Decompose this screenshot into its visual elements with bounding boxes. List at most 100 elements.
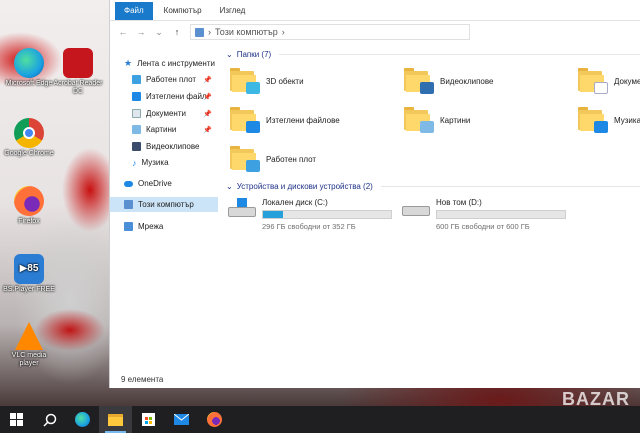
search-icon xyxy=(42,413,56,427)
folder-icon xyxy=(230,107,260,133)
tab-view[interactable]: Изглед xyxy=(211,2,255,20)
firefox-icon xyxy=(207,412,222,427)
back-button[interactable]: ← xyxy=(118,27,128,37)
folder-icon xyxy=(578,107,608,133)
drives-group-header[interactable]: ⌄ Устройства и дискови устройства (2) xyxy=(226,182,640,191)
folders-group-header[interactable]: ⌄ Папки (7) xyxy=(226,50,640,59)
address-chevron: › xyxy=(281,27,285,37)
sidebar-item-quick-access[interactable]: ★ Лента с инструменти xyxy=(110,56,218,71)
hard-drive-icon xyxy=(402,198,430,220)
chevron-down-icon: ⌄ xyxy=(226,182,233,191)
folder-label: Документи xyxy=(614,76,640,86)
edge-icon xyxy=(14,48,44,78)
sidebar-item-desktop[interactable]: Работен плот 📌 xyxy=(110,72,218,87)
tab-file[interactable]: Файл xyxy=(115,2,153,20)
desktop-icon-label: VLC media player xyxy=(11,352,47,367)
folder-label: Картини xyxy=(440,115,471,125)
sidebar-item-label: Лента с инструменти xyxy=(137,59,215,68)
taskbar-file-explorer[interactable] xyxy=(99,406,132,433)
document-icon xyxy=(132,109,141,118)
sidebar-item-label: Видеоклипове xyxy=(146,142,200,151)
recent-locations-button[interactable]: ⌄ xyxy=(154,27,164,38)
folder-label: Видеоклипове xyxy=(440,76,494,86)
forward-button[interactable]: → xyxy=(136,27,146,37)
sidebar-item-network[interactable]: Мрежа xyxy=(110,219,218,234)
desktop-icon-acrobat[interactable]: Acrobat Reader DC xyxy=(52,48,104,96)
vlc-icon xyxy=(15,322,43,350)
folder-3d-objects[interactable]: 3D обекти xyxy=(230,68,304,94)
drive-c[interactable]: Локален диск (C:) 296 ГБ свободни от 352… xyxy=(228,198,392,231)
drive-name: Нов том (D:) xyxy=(436,198,482,207)
folder-icon xyxy=(230,146,260,172)
address-bar: ← → ⌄ ↑ › Този компютър › xyxy=(110,21,640,43)
start-button[interactable] xyxy=(0,406,33,433)
taskbar-mail[interactable] xyxy=(165,406,198,433)
download-icon xyxy=(132,92,141,101)
sidebar-item-documents[interactable]: Документи 📌 xyxy=(110,106,218,121)
taskbar-edge[interactable] xyxy=(66,406,99,433)
ribbon-tabs: Файл Компютър Изглед xyxy=(110,0,640,21)
firefox-icon xyxy=(14,186,44,216)
computer-icon xyxy=(124,200,133,209)
drive-usage-bar xyxy=(262,210,392,219)
folder-desktop[interactable]: Работен плот xyxy=(230,146,316,172)
desktop-icon-bsplayer[interactable]: ▶85 BS.Player FREE xyxy=(3,254,55,294)
sidebar-item-this-pc[interactable]: Този компютър xyxy=(110,197,218,212)
folder-pictures[interactable]: Картини xyxy=(404,107,470,133)
folder-icon xyxy=(578,68,608,94)
desktop-icon xyxy=(132,75,141,84)
sidebar-item-label: Картини xyxy=(146,125,177,134)
music-icon: ♪ xyxy=(132,157,137,168)
bsplayer-icon: ▶85 xyxy=(14,254,44,284)
store-icon xyxy=(142,413,155,426)
folder-documents[interactable]: Документи xyxy=(578,68,640,94)
desktop-icon-edge[interactable]: Microsoft Edge xyxy=(3,48,55,88)
folder-downloads[interactable]: Изтеглени файлове xyxy=(230,107,340,133)
network-icon xyxy=(124,222,133,231)
desktop-icon-label: BS.Player FREE xyxy=(3,286,55,293)
search-button[interactable] xyxy=(33,406,66,433)
folder-icon xyxy=(404,107,434,133)
hard-drive-icon xyxy=(228,198,256,220)
sidebar-item-downloads[interactable]: Изтеглени файл 📌 xyxy=(110,89,218,104)
cloud-icon xyxy=(124,180,133,187)
desktop-icon-label: Acrobat Reader DC xyxy=(53,80,103,95)
windows-icon xyxy=(10,413,23,426)
drive-d[interactable]: Нов том (D:) 600 ГБ свободни от 600 ГБ xyxy=(402,198,566,231)
folder-label: Работен плот xyxy=(266,154,317,164)
up-button[interactable]: ↑ xyxy=(172,27,182,37)
desktop-icon-firefox[interactable]: Firefox xyxy=(3,186,55,226)
group-title: Устройства и дискови устройства (2) xyxy=(236,182,373,191)
folder-label: Изтеглени файлове xyxy=(266,115,340,125)
taskbar-firefox[interactable] xyxy=(198,406,231,433)
tab-computer[interactable]: Компютър xyxy=(155,2,211,20)
chrome-icon xyxy=(14,118,44,148)
navigation-pane: ★ Лента с инструменти Работен плот 📌 Изт… xyxy=(110,50,218,370)
address-field[interactable]: › Този компютър › xyxy=(190,24,470,40)
content-pane: ⌄ Папки (7) 3D обекти Видеоклипове Докум… xyxy=(226,46,640,366)
folder-videos[interactable]: Видеоклипове xyxy=(404,68,494,94)
group-title: Папки (7) xyxy=(236,50,272,59)
sidebar-item-pictures[interactable]: Картини 📌 xyxy=(110,122,218,137)
sidebar-item-label: Мрежа xyxy=(138,222,164,231)
sidebar-item-music[interactable]: ♪ Музика xyxy=(110,155,218,170)
pin-icon: 📌 xyxy=(203,110,212,118)
taskbar xyxy=(0,406,640,433)
taskbar-store[interactable] xyxy=(132,406,165,433)
sidebar-item-label: Музика xyxy=(141,158,169,167)
mail-icon xyxy=(174,414,189,425)
drive-free-space: 600 ГБ свободни от 600 ГБ xyxy=(436,222,530,231)
folder-music[interactable]: Музика xyxy=(578,107,640,133)
divider xyxy=(279,54,640,55)
sidebar-item-videos[interactable]: Видеоклипове xyxy=(110,139,218,154)
sidebar-item-label: Този компютър xyxy=(138,200,194,209)
desktop-icon-label: Google Chrome xyxy=(4,150,54,157)
folder-icon xyxy=(230,68,260,94)
file-explorer-window: Файл Компютър Изглед ← → ⌄ ↑ › Този комп… xyxy=(109,0,640,388)
desktop-icon-vlc[interactable]: VLC media player xyxy=(3,322,55,368)
sidebar-item-label: Работен плот xyxy=(146,75,197,84)
desktop-icon-chrome[interactable]: Google Chrome xyxy=(3,118,55,158)
sidebar-item-onedrive[interactable]: OneDrive xyxy=(110,176,218,191)
pin-icon: 📌 xyxy=(203,93,212,101)
video-icon xyxy=(132,142,141,151)
